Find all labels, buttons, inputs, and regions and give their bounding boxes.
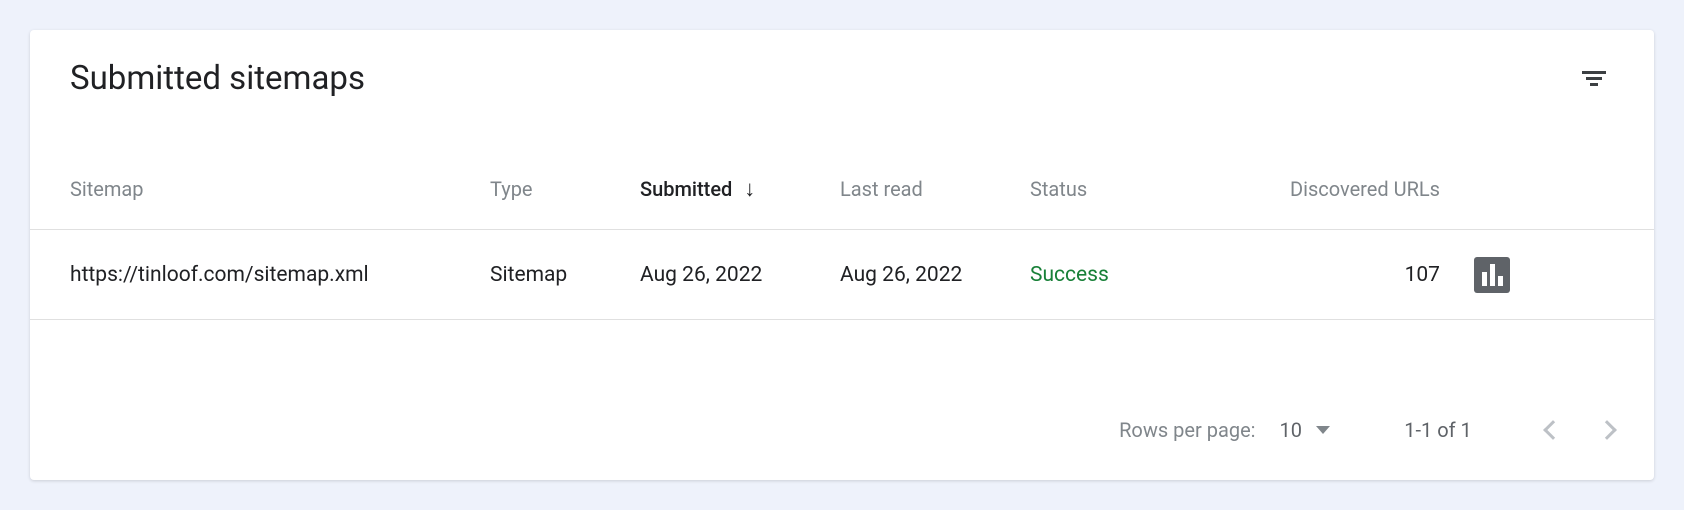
cell-last-read: Aug 26, 2022	[840, 263, 1030, 287]
cell-sitemap: https://tinloof.com/sitemap.xml	[70, 263, 490, 287]
column-header-status[interactable]: Status	[1030, 177, 1240, 201]
chevron-down-icon	[1316, 426, 1330, 434]
submitted-sitemaps-card: Submitted sitemaps Sitemap Type Submitte…	[30, 30, 1654, 480]
rows-per-page-label: Rows per page:	[1119, 418, 1255, 442]
cell-type: Sitemap	[490, 263, 640, 287]
pagination-bar: Rows per page: 10 1-1 of 1	[30, 380, 1654, 480]
rows-per-page-value: 10	[1280, 418, 1302, 442]
rows-per-page: Rows per page: 10	[1119, 418, 1330, 442]
cell-submitted: Aug 26, 2022	[640, 263, 840, 287]
sitemaps-table: Sitemap Type Submitted ↓ Last read Statu…	[30, 148, 1654, 380]
pagination-nav	[1546, 423, 1614, 437]
previous-page-button[interactable]	[1543, 420, 1563, 440]
cell-status: Success	[1030, 263, 1240, 287]
sort-descending-icon: ↓	[744, 176, 755, 202]
column-header-type[interactable]: Type	[490, 177, 640, 201]
column-header-submitted[interactable]: Submitted ↓	[640, 176, 840, 202]
rows-per-page-select[interactable]: 10	[1280, 418, 1330, 442]
next-page-button[interactable]	[1597, 420, 1617, 440]
pagination-range: 1-1 of 1	[1378, 418, 1498, 442]
column-header-submitted-label: Submitted	[640, 177, 732, 201]
column-header-last-read[interactable]: Last read	[840, 177, 1030, 201]
cell-discovered-urls: 107	[1405, 263, 1440, 287]
table-header-row: Sitemap Type Submitted ↓ Last read Statu…	[30, 148, 1654, 230]
column-header-discovered-urls[interactable]: Discovered URLs	[1290, 177, 1440, 201]
table-row[interactable]: https://tinloof.com/sitemap.xml Sitemap …	[30, 230, 1654, 320]
card-title: Submitted sitemaps	[70, 59, 365, 98]
card-header: Submitted sitemaps	[30, 30, 1654, 98]
filter-icon[interactable]	[1574, 58, 1614, 98]
column-header-sitemap[interactable]: Sitemap	[70, 177, 490, 201]
bar-chart-icon[interactable]	[1474, 257, 1510, 293]
